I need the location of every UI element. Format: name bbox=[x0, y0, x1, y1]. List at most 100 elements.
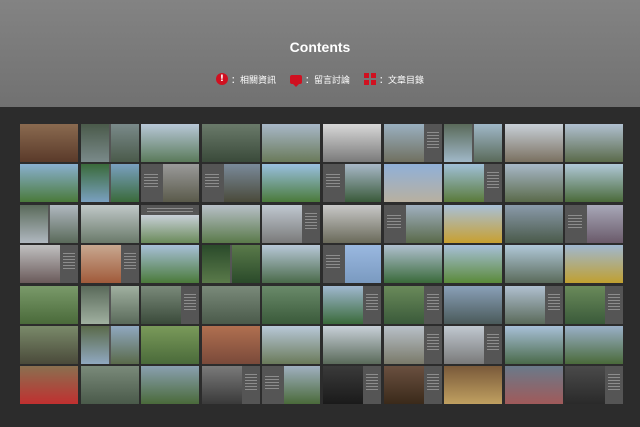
page-thumbnail[interactable] bbox=[20, 204, 78, 243]
contents-link[interactable]: ：文章目錄 bbox=[364, 73, 424, 86]
thumbnail-photo bbox=[565, 245, 624, 284]
page-thumbnail[interactable] bbox=[504, 366, 563, 405]
page-thumbnail[interactable] bbox=[565, 245, 624, 284]
page-thumbnail[interactable] bbox=[262, 325, 321, 364]
page-thumbnail[interactable] bbox=[322, 124, 381, 162]
page-thumbnail[interactable] bbox=[80, 245, 139, 284]
thumbnail-text-line bbox=[426, 339, 439, 341]
page-thumbnail[interactable] bbox=[383, 366, 442, 405]
page-thumbnail[interactable] bbox=[201, 285, 260, 324]
page-thumbnail[interactable] bbox=[383, 245, 442, 284]
page-thumbnail[interactable] bbox=[444, 325, 503, 364]
page-thumbnail[interactable] bbox=[80, 366, 139, 405]
thumbnail-text-line bbox=[63, 253, 75, 255]
thumbnail-photo bbox=[223, 164, 260, 203]
page-thumbnail[interactable] bbox=[80, 204, 139, 243]
thumbnail-photo bbox=[444, 285, 503, 324]
page-thumbnail[interactable] bbox=[565, 204, 624, 243]
page-thumbnail[interactable] bbox=[201, 164, 260, 203]
page-thumbnail[interactable] bbox=[565, 285, 624, 324]
page-thumbnail[interactable] bbox=[20, 245, 78, 284]
page-thumbnail[interactable] bbox=[20, 325, 78, 364]
page-thumbnail[interactable] bbox=[141, 245, 200, 284]
comment-link[interactable]: ：留言討論 bbox=[289, 73, 350, 87]
thumbnail-text-line bbox=[426, 299, 439, 301]
thumbnail-text-line bbox=[325, 258, 340, 260]
thumbnail-photo bbox=[322, 124, 381, 162]
page-thumbnail[interactable] bbox=[383, 325, 442, 364]
page-thumbnail[interactable] bbox=[565, 366, 624, 405]
thumbnail-photo bbox=[322, 204, 381, 243]
page-thumbnail[interactable] bbox=[201, 366, 260, 405]
page-thumbnail[interactable] bbox=[80, 285, 139, 324]
page-thumbnail[interactable] bbox=[383, 124, 442, 162]
page-thumbnail[interactable] bbox=[262, 204, 321, 243]
page-thumbnail[interactable] bbox=[504, 164, 563, 203]
thumbnail-photo bbox=[322, 366, 363, 405]
thumbnail-photo bbox=[344, 245, 381, 284]
thumbnail-photo bbox=[110, 325, 139, 364]
page-thumbnail[interactable] bbox=[201, 245, 260, 284]
thumbnail-photo bbox=[383, 124, 424, 162]
page-thumbnail[interactable] bbox=[322, 285, 381, 324]
page-thumbnail[interactable] bbox=[383, 204, 442, 243]
page-thumbnail[interactable] bbox=[20, 285, 78, 324]
thumbnail-text-line bbox=[365, 302, 378, 304]
thumbnail-photo bbox=[141, 366, 200, 405]
thumbnail-text-line bbox=[547, 305, 560, 307]
thumbnail-text-line bbox=[487, 181, 500, 183]
page-thumbnail[interactable] bbox=[80, 164, 139, 203]
page-thumbnail[interactable] bbox=[141, 164, 200, 203]
page-thumbnail[interactable] bbox=[504, 285, 563, 324]
page-thumbnail[interactable] bbox=[20, 366, 78, 405]
page-thumbnail[interactable] bbox=[20, 164, 78, 203]
page-thumbnail[interactable] bbox=[141, 285, 200, 324]
page-thumbnail[interactable] bbox=[504, 124, 563, 162]
page-thumbnail[interactable] bbox=[141, 366, 200, 405]
page-thumbnail[interactable] bbox=[201, 325, 260, 364]
page-thumbnail[interactable] bbox=[565, 124, 624, 162]
page-thumbnail[interactable] bbox=[80, 124, 139, 162]
page-thumbnail[interactable] bbox=[201, 124, 260, 162]
thumbnail-text-line bbox=[265, 379, 280, 381]
page-thumbnail[interactable] bbox=[444, 164, 503, 203]
thumbnail-photo bbox=[110, 164, 139, 203]
page-thumbnail[interactable] bbox=[444, 285, 503, 324]
thumbnail-text-line bbox=[426, 147, 439, 148]
thumbnail-text-line bbox=[426, 386, 439, 388]
page-thumbnail[interactable] bbox=[504, 245, 563, 284]
page-thumbnail[interactable] bbox=[201, 204, 260, 243]
page-thumbnail[interactable] bbox=[141, 124, 200, 162]
page-thumbnail[interactable] bbox=[383, 164, 442, 203]
thumbnail-text-line bbox=[426, 345, 439, 347]
page-thumbnail[interactable] bbox=[444, 124, 503, 162]
page-thumbnail[interactable] bbox=[444, 366, 503, 405]
info-link[interactable]: ! ：相關資訊 bbox=[215, 73, 276, 86]
page-thumbnail[interactable] bbox=[565, 325, 624, 364]
page-thumbnail[interactable] bbox=[262, 285, 321, 324]
page-thumbnail[interactable] bbox=[262, 164, 321, 203]
page-thumbnail[interactable] bbox=[262, 366, 321, 405]
page-thumbnail[interactable] bbox=[322, 204, 381, 243]
page-thumbnail[interactable] bbox=[322, 164, 381, 203]
page-thumbnail[interactable] bbox=[444, 245, 503, 284]
page-thumbnail[interactable] bbox=[262, 245, 321, 284]
page-thumbnail[interactable] bbox=[141, 325, 200, 364]
page-thumbnail[interactable] bbox=[504, 325, 563, 364]
page-thumbnail[interactable] bbox=[322, 245, 381, 284]
page-thumbnail[interactable] bbox=[444, 204, 503, 243]
thumbnail-text-line bbox=[365, 305, 378, 307]
thumbnail-text-line bbox=[123, 256, 136, 258]
page-thumbnail[interactable] bbox=[141, 204, 200, 243]
page-thumbnail[interactable] bbox=[504, 204, 563, 243]
page-thumbnail[interactable] bbox=[262, 124, 321, 162]
thumbnail-text-line bbox=[386, 220, 401, 222]
page-thumbnail[interactable] bbox=[322, 366, 381, 405]
page-thumbnail[interactable] bbox=[565, 164, 624, 203]
page-thumbnail[interactable] bbox=[383, 285, 442, 324]
page-thumbnail[interactable] bbox=[20, 124, 78, 162]
page-thumbnail[interactable] bbox=[322, 325, 381, 364]
page-thumbnail[interactable] bbox=[80, 325, 139, 364]
thumbnail-text-line bbox=[325, 186, 340, 188]
thumbnail-text-line bbox=[325, 180, 340, 182]
